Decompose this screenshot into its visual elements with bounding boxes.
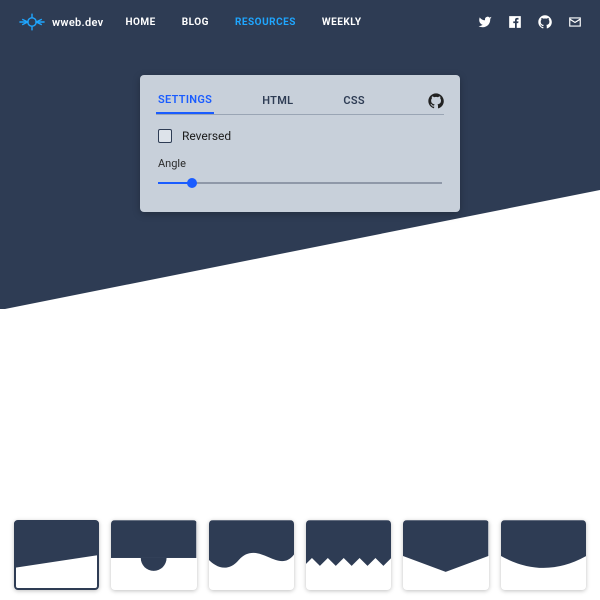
- nav-home[interactable]: HOME: [125, 17, 155, 28]
- settings-panel: SETTINGS HTML CSS Reversed Angle: [140, 75, 460, 212]
- facebook-icon[interactable]: [508, 15, 522, 29]
- email-icon[interactable]: [568, 15, 582, 29]
- slider-track: [158, 182, 442, 184]
- reversed-row: Reversed: [158, 129, 442, 143]
- social-links: [478, 15, 582, 29]
- brand[interactable]: wweb.dev: [18, 12, 103, 32]
- reversed-checkbox[interactable]: [158, 129, 172, 143]
- twitter-icon[interactable]: [478, 15, 492, 29]
- github-icon[interactable]: [538, 15, 552, 29]
- slider-thumb[interactable]: [187, 178, 197, 188]
- tab-css[interactable]: CSS: [341, 88, 367, 113]
- panel-tabs: SETTINGS HTML CSS: [140, 75, 460, 114]
- reversed-label: Reversed: [182, 129, 231, 143]
- angle-label: Angle: [158, 157, 442, 170]
- shape-triangle[interactable]: [403, 520, 488, 590]
- shape-wave[interactable]: [209, 520, 294, 590]
- main-nav: HOME BLOG RESOURCES WEEKLY: [125, 17, 478, 28]
- logo-icon: [18, 12, 46, 32]
- panel-body: Reversed Angle: [140, 115, 460, 212]
- nav-weekly[interactable]: WEEKLY: [322, 17, 362, 28]
- nav-blog[interactable]: BLOG: [182, 17, 209, 28]
- angle-control: Angle: [158, 157, 442, 190]
- angle-slider[interactable]: [158, 176, 442, 190]
- brand-text: wweb.dev: [52, 16, 103, 29]
- tab-settings[interactable]: SETTINGS: [156, 87, 214, 114]
- shape-thumbnails: [0, 520, 600, 590]
- top-nav: wweb.dev HOME BLOG RESOURCES WEEKLY: [0, 0, 600, 44]
- shape-curve[interactable]: [501, 520, 586, 590]
- shape-diagonal[interactable]: [14, 520, 99, 590]
- github-icon[interactable]: [428, 93, 444, 109]
- shape-zigzag[interactable]: [306, 520, 391, 590]
- tab-html[interactable]: HTML: [260, 88, 295, 113]
- shape-semicircle[interactable]: [111, 520, 196, 590]
- nav-resources[interactable]: RESOURCES: [235, 17, 296, 28]
